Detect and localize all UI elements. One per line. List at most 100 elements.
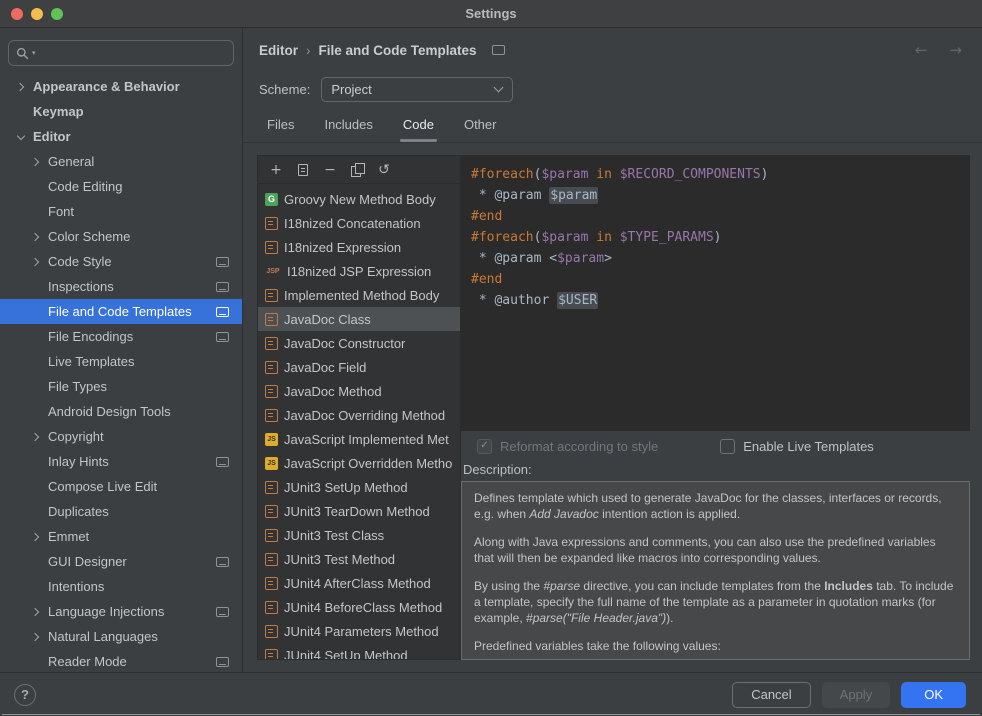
chevron-right-icon[interactable] (27, 429, 44, 445)
tab-files[interactable]: Files (267, 117, 294, 142)
scheme-dropdown[interactable]: Project (321, 77, 513, 102)
description-panel[interactable]: Defines template which used to generate … (461, 481, 970, 660)
code-line: * @param $param (471, 185, 969, 206)
sidebar-item-inlay-hints[interactable]: Inlay Hints (0, 449, 242, 474)
sidebar-item-inspections[interactable]: Inspections (0, 274, 242, 299)
sidebar-item-appearance-behavior[interactable]: Appearance & Behavior (0, 74, 242, 99)
sidebar-item-label: Emmet (48, 529, 89, 544)
breadcrumb-editor[interactable]: Editor (259, 43, 298, 58)
sidebar-item-duplicates[interactable]: Duplicates (0, 499, 242, 524)
list-item-i18nized-expression[interactable]: I18nized Expression (258, 235, 460, 259)
chevron-down-icon[interactable] (12, 129, 29, 145)
chevron-right-icon[interactable] (27, 604, 44, 620)
list-item-label: JavaScript Implemented Met (284, 432, 449, 447)
list-item-javadoc-overriding-method[interactable]: JavaDoc Overriding Method (258, 403, 460, 427)
list-item-javadoc-constructor[interactable]: JavaDoc Constructor (258, 331, 460, 355)
list-item-implemented-method-body[interactable]: Implemented Method Body (258, 283, 460, 307)
sidebar-item-reader-mode[interactable]: Reader Mode (0, 649, 242, 672)
tab-other[interactable]: Other (464, 117, 497, 142)
sidebar-item-color-scheme[interactable]: Color Scheme (0, 224, 242, 249)
template-editor[interactable]: #foreach($param in $RECORD_COMPONENTS) *… (461, 155, 970, 431)
sidebar-item-code-style[interactable]: Code Style (0, 249, 242, 274)
copy-icon[interactable] (350, 163, 364, 176)
screen-icon (216, 657, 229, 667)
reformat-label: Reformat according to style (500, 439, 658, 454)
sidebar-item-file-types[interactable]: File Types (0, 374, 242, 399)
list-item-junit3-setup-method[interactable]: JUnit3 SetUp Method (258, 475, 460, 499)
list-item-junit3-teardown-method[interactable]: JUnit3 TearDown Method (258, 499, 460, 523)
sidebar-item-gui-designer[interactable]: GUI Designer (0, 549, 242, 574)
live-templates-checkbox[interactable] (720, 439, 735, 454)
sidebar-item-file-encodings[interactable]: File Encodings (0, 324, 242, 349)
content-area: + − ↺ GGroovy New Method BodyI18nized Conc… (243, 143, 982, 672)
reformat-checkbox[interactable]: ✓ (477, 439, 492, 454)
list-item-groovy-new-method-body[interactable]: GGroovy New Method Body (258, 187, 460, 211)
chevron-right-icon[interactable] (27, 229, 44, 245)
help-button[interactable]: ? (14, 684, 36, 706)
sidebar-item-font[interactable]: Font (0, 199, 242, 224)
back-arrow-icon[interactable]: ← (915, 41, 928, 59)
sidebar-item-label: Code Style (48, 254, 112, 269)
list-item-javadoc-field[interactable]: JavaDoc Field (258, 355, 460, 379)
list-item-junit4-afterclass-method[interactable]: JUnit4 AfterClass Method (258, 571, 460, 595)
sidebar-item-copyright[interactable]: Copyright (0, 424, 242, 449)
search-field[interactable]: ▾ (8, 40, 234, 66)
code-line: * @author $USER (471, 290, 969, 311)
sidebar-item-intentions[interactable]: Intentions (0, 574, 242, 599)
screen-icon (492, 45, 505, 55)
ok-button[interactable]: OK (901, 682, 966, 708)
sidebar-item-natural-languages[interactable]: Natural Languages (0, 624, 242, 649)
list-item-label: JUnit4 AfterClass Method (284, 576, 431, 591)
sidebar-item-general[interactable]: General (0, 149, 242, 174)
list-item-i18nized-jsp-expression[interactable]: JSPI18nized JSP Expression (258, 259, 460, 283)
list-item-junit3-test-class[interactable]: JUnit3 Test Class (258, 523, 460, 547)
list-item-junit3-test-method[interactable]: JUnit3 Test Method (258, 547, 460, 571)
add-icon[interactable]: + (269, 162, 283, 178)
list-item-junit4-setup-method[interactable]: JUnit4 SetUp Method (258, 643, 460, 659)
chevron-right-icon[interactable] (27, 254, 44, 270)
chevron-right-icon[interactable] (27, 154, 44, 170)
zoom-button[interactable] (51, 8, 63, 20)
sidebar-item-emmet[interactable]: Emmet (0, 524, 242, 549)
list-item-javadoc-method[interactable]: JavaDoc Method (258, 379, 460, 403)
list-item-junit4-beforeclass-method[interactable]: JUnit4 BeforeClass Method (258, 595, 460, 619)
list-item-i18nized-concatenation[interactable]: I18nized Concatenation (258, 211, 460, 235)
sidebar-item-editor[interactable]: Editor (0, 124, 242, 149)
reset-to-default-icon[interactable]: ↺ (377, 162, 391, 178)
sidebar: ▾ Appearance & BehaviorKeymapEditorGener… (0, 28, 243, 672)
forward-arrow-icon[interactable]: → (949, 41, 962, 59)
titlebar: Settings (0, 0, 982, 28)
template-icon (265, 601, 278, 614)
list-item-javascript-overridden-metho[interactable]: JSJavaScript Overridden Metho (258, 451, 460, 475)
chevron-right-icon[interactable] (27, 529, 44, 545)
minimize-button[interactable] (31, 8, 43, 20)
tab-code[interactable]: Code (403, 117, 434, 142)
sidebar-item-file-and-code-templates[interactable]: File and Code Templates (0, 299, 242, 324)
chevron-right-icon[interactable] (12, 79, 29, 95)
list-item-label: JUnit4 SetUp Method (284, 648, 408, 660)
sidebar-item-live-templates[interactable]: Live Templates (0, 349, 242, 374)
sidebar-item-keymap[interactable]: Keymap (0, 99, 242, 124)
sidebar-item-code-editing[interactable]: Code Editing (0, 174, 242, 199)
sidebar-item-language-injections[interactable]: Language Injections (0, 599, 242, 624)
search-history-chevron-icon[interactable]: ▾ (32, 49, 36, 57)
chevron-right-icon[interactable] (27, 629, 44, 645)
sidebar-item-compose-live-edit[interactable]: Compose Live Edit (0, 474, 242, 499)
apply-button[interactable]: Apply (822, 682, 891, 708)
list-item-javascript-implemented-met[interactable]: JSJavaScript Implemented Met (258, 427, 460, 451)
list-item-junit4-parameters-method[interactable]: JUnit4 Parameters Method (258, 619, 460, 643)
cancel-button[interactable]: Cancel (732, 682, 810, 708)
chevron-spacer (27, 304, 44, 320)
search-input[interactable] (39, 46, 226, 61)
tab-includes[interactable]: Includes (324, 117, 372, 142)
sidebar-item-android-design-tools[interactable]: Android Design Tools (0, 399, 242, 424)
create-child-template-icon[interactable] (296, 164, 310, 176)
chevron-spacer (27, 554, 44, 570)
remove-icon[interactable]: − (323, 162, 337, 178)
list-item-label: JavaDoc Constructor (284, 336, 405, 351)
close-button[interactable] (11, 8, 23, 20)
list-item-javadoc-class[interactable]: JavaDoc Class (258, 307, 460, 331)
window-title: Settings (465, 6, 516, 21)
sidebar-item-label: File and Code Templates (48, 304, 192, 319)
list-item-label: JUnit3 TearDown Method (284, 504, 430, 519)
